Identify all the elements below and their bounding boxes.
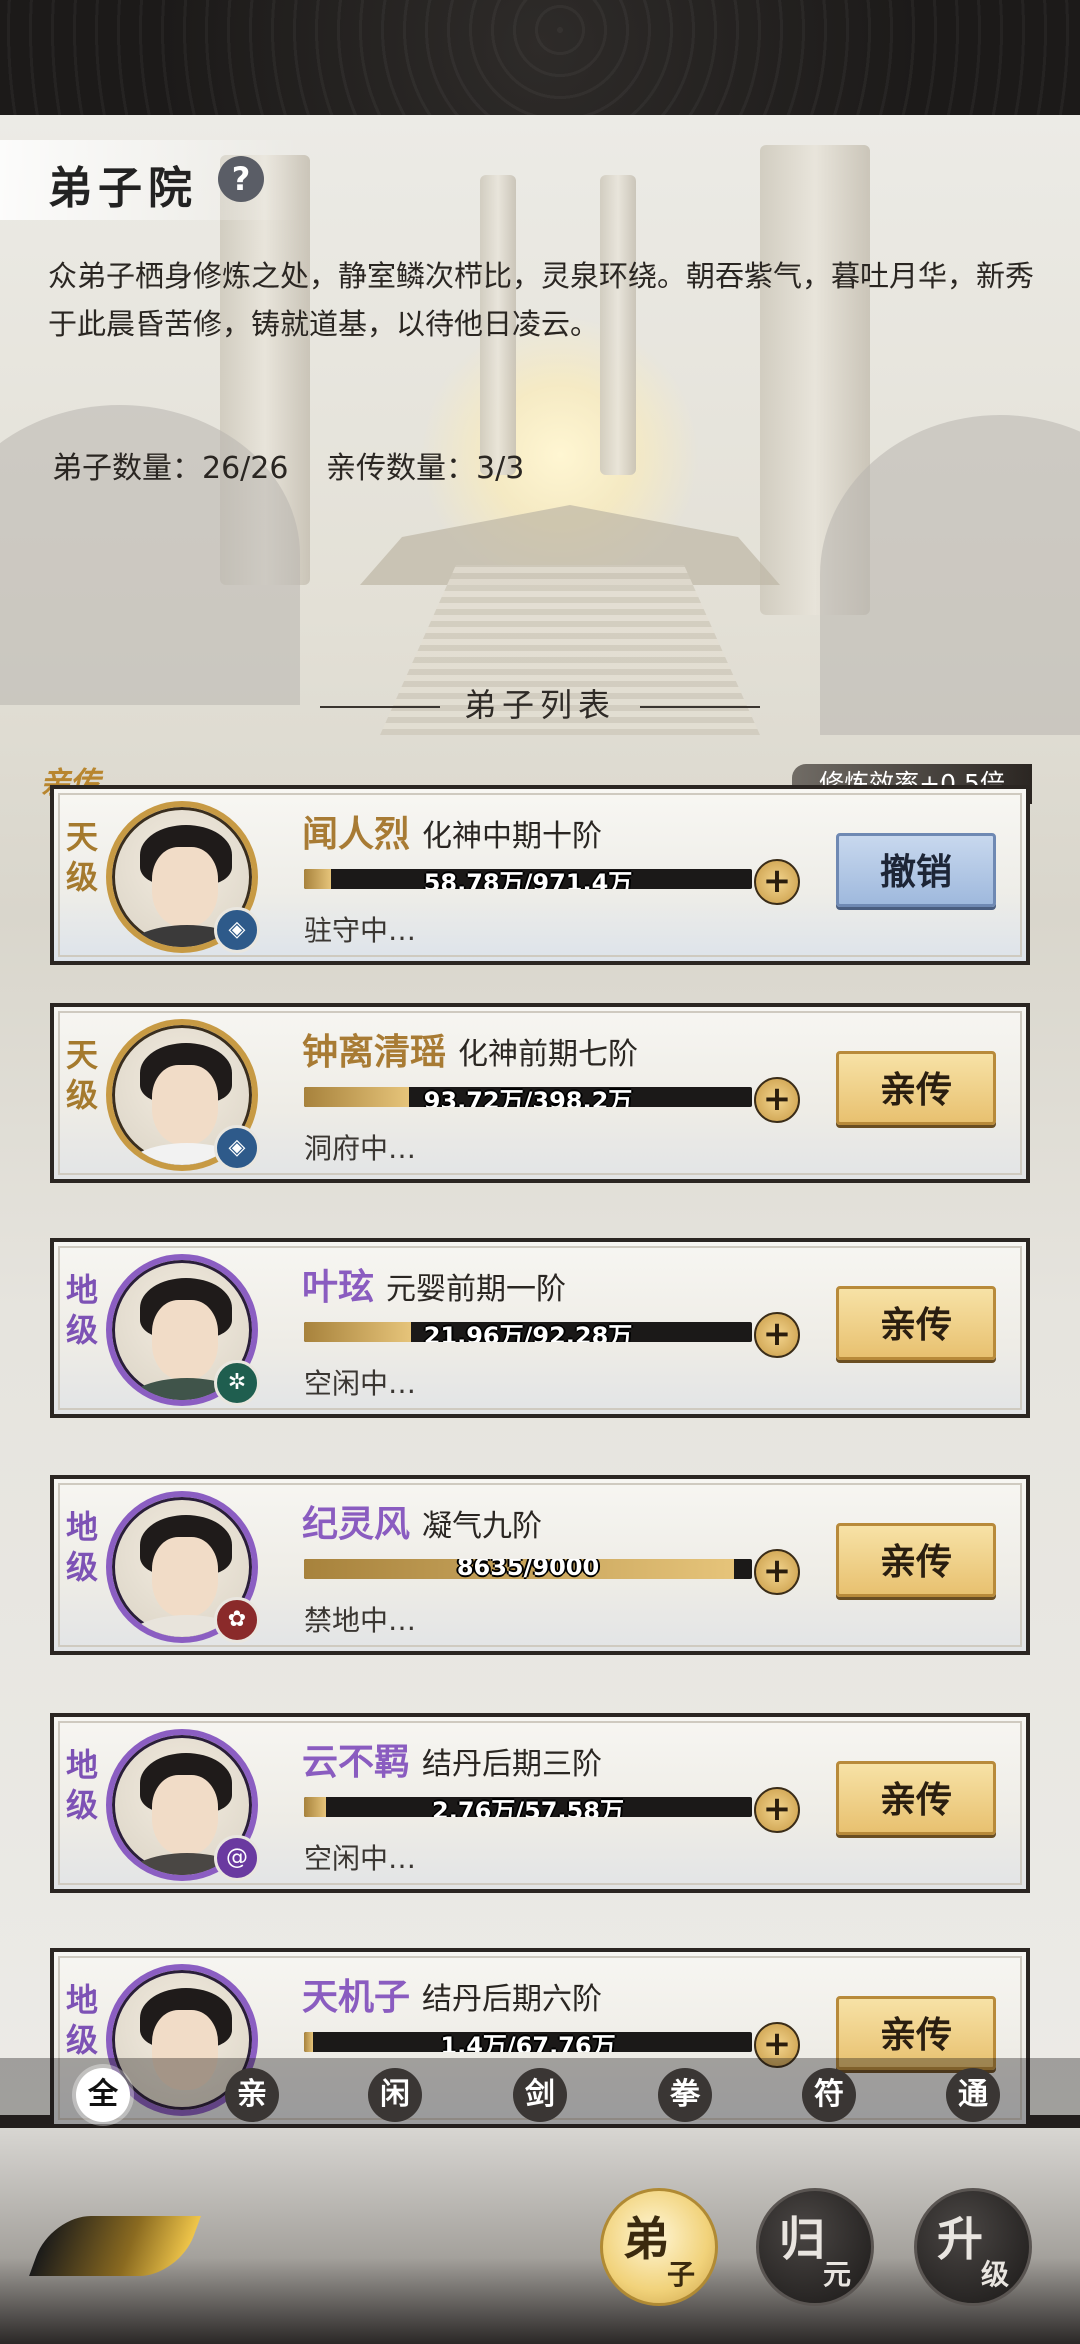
make-personal-button[interactable]: 亲传: [836, 1761, 996, 1835]
progress-text: 1.4万/67.76万: [440, 2032, 616, 2052]
realm-label: 化神前期七阶: [458, 1037, 639, 1072]
add-progress-button[interactable]: +: [754, 859, 800, 905]
avatar-face: [152, 1537, 218, 1617]
add-progress-button[interactable]: +: [754, 1077, 800, 1123]
status-text: 驻守中…: [304, 914, 417, 947]
nav-label-sub: 级: [981, 2258, 1010, 2291]
realm-label: 凝气九阶: [422, 1509, 543, 1544]
progress-text: 8635/9000: [456, 1559, 600, 1579]
count-row: 弟子数量：26/26 亲传数量：3/3: [52, 443, 552, 487]
make-personal-button[interactable]: 亲传: [836, 1051, 996, 1125]
progress-bar: 1.4万/67.76万: [304, 2032, 752, 2052]
progress-bar: 58.78万/971.4万: [304, 869, 752, 889]
nav-return-button[interactable]: 归 元: [756, 2188, 874, 2306]
add-progress-button[interactable]: +: [754, 1312, 800, 1358]
disciple-name: 纪灵风: [302, 1504, 411, 1545]
revoke-button[interactable]: 撤销: [836, 833, 996, 907]
progress-text: 58.78万/971.4万: [423, 869, 633, 889]
avatar-face: [152, 1775, 218, 1855]
list-header: 弟子列表: [0, 680, 1080, 726]
make-personal-button[interactable]: 亲传: [836, 1286, 996, 1360]
water-element-icon: ◈: [214, 1125, 260, 1171]
disciple-name-row: 纪灵风 凝气九阶: [302, 1495, 542, 1547]
filter-fist[interactable]: 拳: [658, 2068, 712, 2122]
wind-element-icon: ✲: [214, 1360, 260, 1406]
avatar-face: [152, 847, 218, 927]
page-description: 众弟子栖身修炼之处，静室鳞次栉比，灵泉环绕。朝吞紫气，暮吐月华，新秀于此晨昏苦修…: [48, 259, 1035, 341]
status-text: 洞府中…: [304, 1132, 417, 1165]
disciple-name: 云不羁: [302, 1742, 411, 1783]
nav-upgrade-button[interactable]: 升 级: [914, 2188, 1032, 2306]
nav-label-main: 升: [937, 2212, 983, 2266]
disciple-name-row: 钟离清瑶 化神前期七阶: [302, 1023, 638, 1075]
disciple-name-row: 闻人烈 化神中期十阶: [302, 805, 602, 857]
personal-count: 亲传数量：3/3: [326, 451, 525, 486]
page-title: 弟子院: [48, 163, 198, 214]
disciple-name: 钟离清瑶: [302, 1032, 447, 1073]
filter-personal[interactable]: 亲: [225, 2068, 279, 2122]
progress-bar: 2.76万/57.58万: [304, 1797, 752, 1817]
disciple-name-row: 云不羁 结丹后期三阶: [302, 1733, 602, 1785]
status-text: 空闲中…: [304, 1367, 417, 1400]
nav-label-sub: 子: [667, 2258, 696, 2291]
grade-label: 地级: [66, 1271, 99, 1349]
realm-label: 元婴前期一阶: [386, 1272, 567, 1307]
grade-label: 地级: [66, 1746, 99, 1824]
realm-label: 结丹后期六阶: [422, 1982, 603, 2017]
top-decor-bar: [0, 0, 1080, 115]
progress-bar: 93.72万/398.2万: [304, 1087, 752, 1107]
add-progress-button[interactable]: +: [754, 1549, 800, 1595]
disciple-card[interactable]: 地级 ✲ 叶玹 元婴前期一阶 21.96万/92.28万 + 空闲中… 亲传: [50, 1238, 1030, 1418]
disciple-name: 天机子: [302, 1977, 411, 2018]
grade-label: 天级: [66, 818, 99, 896]
realm-label: 结丹后期三阶: [422, 1747, 603, 1782]
avatar-face: [152, 1065, 218, 1145]
ornament-left: [319, 706, 440, 708]
disciple-name: 叶玹: [302, 1267, 375, 1308]
filter-general[interactable]: 通: [946, 2068, 1000, 2122]
nav-label-main: 弟: [623, 2212, 669, 2266]
disciple-name-row: 天机子 结丹后期六阶: [302, 1968, 602, 2020]
fire-element-icon: ✿: [214, 1597, 260, 1643]
grade-label: 地级: [66, 1981, 99, 2059]
list-header-label: 弟子列表: [463, 686, 616, 724]
disciple-card[interactable]: 天级 ◈ 闻人烈 化神中期十阶 58.78万/971.4万 + 驻守中… 撤销: [50, 785, 1030, 965]
status-text: 禁地中…: [304, 1604, 417, 1637]
progress-text: 93.72万/398.2万: [423, 1087, 633, 1107]
progress-text: 21.96万/92.28万: [423, 1322, 633, 1342]
progress-text: 2.76万/57.58万: [432, 1797, 624, 1817]
filter-talisman[interactable]: 符: [802, 2068, 856, 2122]
make-personal-button[interactable]: 亲传: [836, 1523, 996, 1597]
disciple-card[interactable]: 地级 ✿ 纪灵风 凝气九阶 8635/9000 + 禁地中… 亲传: [50, 1475, 1030, 1655]
disciple-card[interactable]: 地级 @ 云不羁 结丹后期三阶 2.76万/57.58万 + 空闲中… 亲传: [50, 1713, 1030, 1893]
disciple-name: 闻人烈: [302, 814, 411, 855]
disciple-card[interactable]: 天级 ◈ 钟离清瑶 化神前期七阶 93.72万/398.2万 + 洞府中… 亲传: [50, 1003, 1030, 1183]
nav-disciples-button[interactable]: 弟 子: [600, 2188, 718, 2306]
water-element-icon: ◈: [214, 907, 260, 953]
grade-label: 地级: [66, 1508, 99, 1586]
nav-label-sub: 元: [823, 2258, 852, 2291]
filter-all[interactable]: 全: [76, 2068, 130, 2122]
spiral-element-icon: @: [214, 1835, 260, 1881]
disciple-count: 弟子数量：26/26: [52, 451, 289, 486]
nav-label-main: 归: [779, 2212, 825, 2266]
ornament-right: [640, 706, 760, 708]
disciple-name-row: 叶玹 元婴前期一阶: [302, 1258, 566, 1310]
progress-bar: 21.96万/92.28万: [304, 1322, 752, 1342]
realm-label: 化神中期十阶: [422, 819, 603, 854]
avatar-face: [152, 1300, 218, 1380]
add-progress-button[interactable]: +: [754, 1787, 800, 1833]
status-text: 空闲中…: [304, 1842, 417, 1875]
help-icon[interactable]: ?: [218, 156, 264, 202]
filter-idle[interactable]: 闲: [368, 2068, 422, 2122]
grade-label: 天级: [66, 1036, 99, 1114]
progress-bar: 8635/9000: [304, 1559, 752, 1579]
filter-sword[interactable]: 剑: [513, 2068, 567, 2122]
